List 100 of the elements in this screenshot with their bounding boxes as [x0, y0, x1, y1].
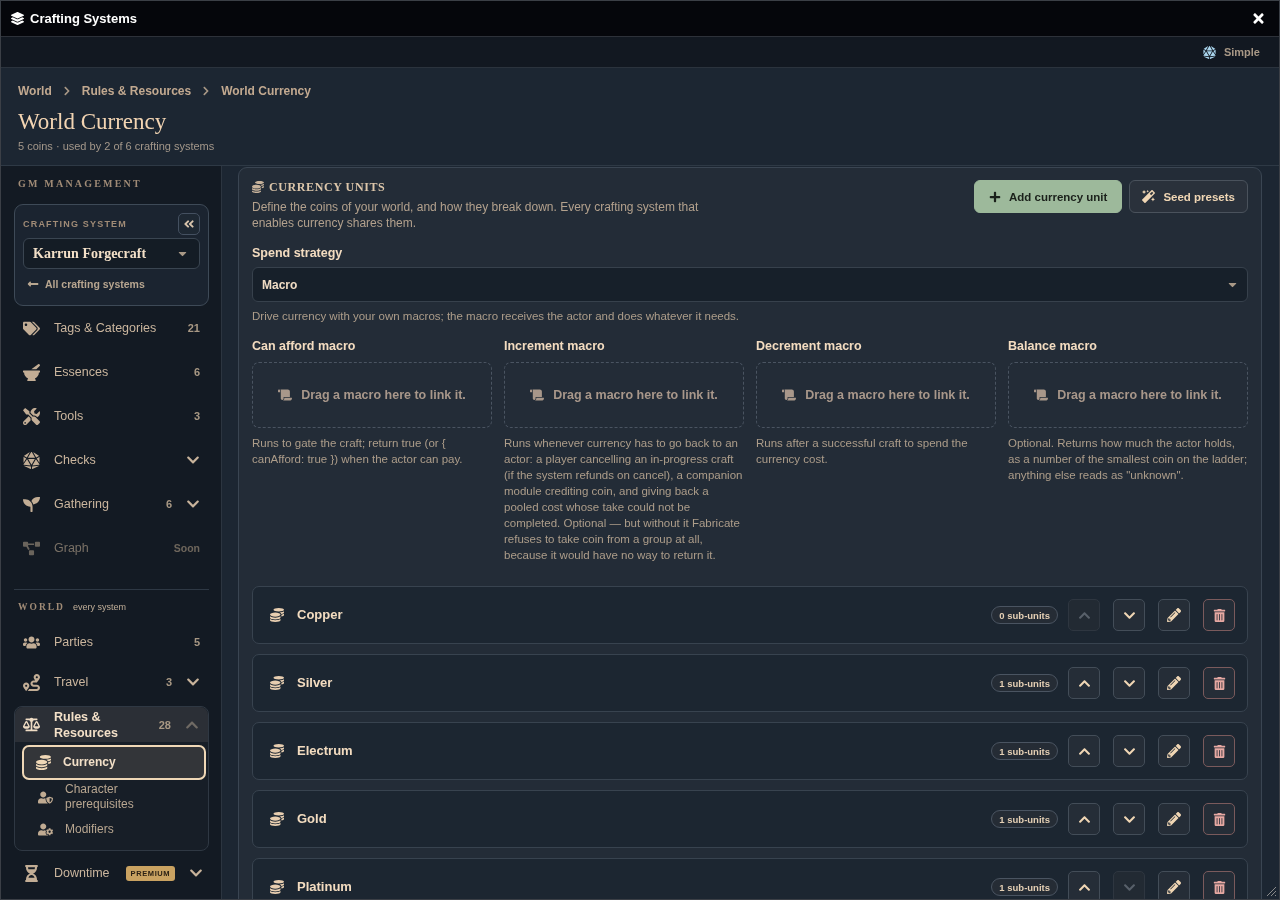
move-up-button[interactable]: [1068, 871, 1100, 899]
help-text: Runs whenever currency has to go back to an actor: a player cancelling an in-progress craft (if the system refunds on cancel), a companion module crediting coin, and giving back a pooled cost whose take could not be completed. Optional — but without it Fabricate refuses to take coin from a group at all, because it would have no way to return it.: [504, 436, 744, 563]
trash-icon: [1212, 676, 1226, 690]
edit-button[interactable]: [1158, 599, 1190, 631]
macro-dropzone[interactable]: Drag a macro here to link it.: [252, 362, 492, 428]
page-title: World Currency: [18, 108, 168, 136]
nav-subitem[interactable]: Modifiers: [22, 814, 206, 844]
edit-button[interactable]: [1158, 871, 1190, 899]
breadcrumb-current: World Currency: [221, 84, 311, 98]
sprout-icon: [23, 495, 40, 513]
field-label: Increment macro: [504, 338, 606, 354]
item-count: 6: [165, 498, 172, 510]
move-up-button[interactable]: [1068, 735, 1100, 767]
breadcrumb-link[interactable]: Rules & Resources: [81, 84, 192, 98]
window-title: Crafting Systems: [30, 11, 137, 26]
seed-presets-button[interactable]: Seed presets: [1129, 180, 1248, 213]
resize-handle-icon[interactable]: [1266, 886, 1277, 897]
trash-icon: [1212, 608, 1226, 622]
edit-button[interactable]: [1158, 735, 1190, 767]
field-label: Spend strategy: [252, 245, 344, 261]
double-chevron-left-icon: [183, 218, 195, 230]
close-icon: [1251, 11, 1266, 26]
item-count: 3: [193, 410, 200, 422]
move-down-button[interactable]: [1113, 803, 1145, 835]
pencil-icon: [1167, 812, 1181, 826]
scroll-icon: [278, 388, 293, 402]
section-title: WORLD: [18, 601, 65, 613]
coins-icon: [270, 880, 284, 894]
diagram-icon: [23, 539, 40, 557]
coins-icon: [36, 755, 51, 770]
status-tag: Soon: [173, 542, 200, 554]
nav-item[interactable]: Travel 3: [14, 662, 209, 702]
nav-subitem[interactable]: Currency: [22, 745, 206, 780]
currency-name: Copper: [297, 608, 343, 622]
page-subtitle: 5 coins · used by 2 of 6 crafting systems: [18, 140, 216, 153]
item-count: 6: [193, 366, 200, 378]
pencil-icon: [1167, 744, 1181, 758]
help-text: Runs to gate the craft; return true (or { canAfford: true }) when the actor can pay.: [252, 436, 464, 467]
user-gear-icon: [38, 821, 53, 837]
delete-button[interactable]: [1203, 599, 1235, 631]
nav-item[interactable]: Gathering 6: [14, 482, 209, 526]
section-title: GM MANAGEMENT: [17, 178, 143, 190]
wand-icon: [1142, 190, 1156, 203]
item-count: 3: [165, 676, 172, 688]
delete-button[interactable]: [1203, 667, 1235, 699]
mode-toggle[interactable]: Simple: [1202, 45, 1260, 59]
move-down-button[interactable]: [1113, 667, 1145, 699]
move-up-button[interactable]: [1068, 803, 1100, 835]
section-title: CURRENCY UNITS: [269, 180, 386, 194]
nav-item[interactable]: Tools 3: [14, 394, 209, 438]
strategy-select[interactable]: Macro: [252, 267, 1248, 302]
add-button[interactable]: Add currency unit: [974, 180, 1123, 213]
currency-name: Silver: [297, 676, 333, 690]
field-label: Can afford macro: [252, 338, 357, 354]
coins-icon: [270, 608, 284, 622]
breadcrumb-link[interactable]: World: [18, 84, 52, 98]
item-count: 21: [187, 322, 200, 334]
scroll-icon: [782, 388, 797, 402]
delete-button[interactable]: [1203, 871, 1235, 899]
user-shield-icon: [38, 789, 53, 805]
item-count: 5: [193, 636, 200, 648]
edit-button[interactable]: [1158, 667, 1190, 699]
macro-dropzone[interactable]: Drag a macro here to link it.: [756, 362, 996, 428]
section-description: Define the coins of your world, and how they break down. Every crafting system that enables currency shares them.: [252, 199, 700, 231]
scroll-icon: [1034, 388, 1049, 402]
close-button[interactable]: [1251, 11, 1266, 26]
currency-name: Electrum: [297, 744, 353, 758]
collapse-button[interactable]: [178, 213, 200, 235]
delete-button[interactable]: [1203, 735, 1235, 767]
nav-subitem[interactable]: Character prerequisites: [22, 780, 206, 814]
pencil-icon: [1167, 608, 1181, 622]
macro-dropzone[interactable]: Drag a macro here to link it.: [504, 362, 744, 428]
dice-icon: [23, 451, 40, 469]
item-count: 28: [158, 718, 171, 731]
delete-button[interactable]: [1203, 803, 1235, 835]
scroll-icon: [530, 388, 545, 402]
system-select[interactable]: Karrun Forgecraft: [23, 238, 200, 269]
move-down-button[interactable]: [1113, 735, 1145, 767]
dice-icon: [1202, 45, 1216, 59]
nav-item[interactable]: Tags & Categories 21: [14, 306, 209, 350]
chevron-right-icon: [61, 86, 72, 96]
scales-icon: [23, 716, 40, 733]
coins-icon: [252, 181, 264, 193]
help-text: Optional. Returns how much the actor holds, as a number of the smallest coin on the ladder; anything else reads as "unknown".: [1008, 436, 1248, 483]
nav-item[interactable]: Rules & Resources 28: [15, 707, 208, 742]
sub-units-badge: 1 sub-units: [991, 810, 1058, 828]
trash-icon: [1212, 880, 1226, 894]
nav-item[interactable]: Parties 5: [14, 622, 209, 662]
nav-item[interactable]: Checks: [14, 438, 209, 482]
move-down-button[interactable]: [1113, 599, 1145, 631]
edit-button[interactable]: [1158, 803, 1190, 835]
move-up-button[interactable]: [1068, 667, 1100, 699]
trash-icon: [1212, 812, 1226, 826]
macro-dropzone[interactable]: Drag a macro here to link it.: [1008, 362, 1248, 428]
section-hint: every system: [72, 602, 126, 612]
plus-icon: [989, 190, 1001, 203]
currency-name: Platinum: [297, 880, 352, 894]
help-text: Drive currency with your own macros; the macro receives the actor and does whatever it needs.: [252, 309, 741, 324]
back-link[interactable]: All crafting systems: [23, 277, 200, 291]
nav-item[interactable]: Essences 6: [14, 350, 209, 394]
